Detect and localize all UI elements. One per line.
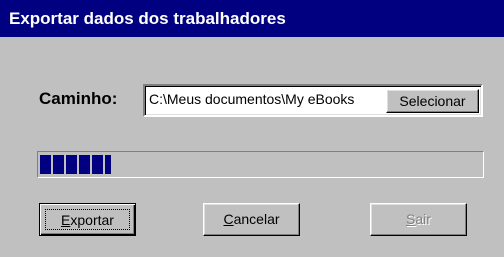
exit-button-label: air bbox=[415, 211, 431, 227]
exit-button-mnemonic: S bbox=[406, 211, 416, 227]
select-button[interactable]: Selecionar bbox=[386, 89, 479, 113]
exit-button[interactable]: Sair bbox=[370, 203, 467, 236]
window-title: Exportar dados dos trabalhadores bbox=[9, 9, 286, 28]
export-dialog: Exportar dados dos trabalhadores Caminho… bbox=[0, 0, 504, 257]
export-progress-bar bbox=[37, 151, 484, 178]
export-button-label: xportar bbox=[70, 212, 114, 228]
export-button-focus-rect: Exportar bbox=[45, 209, 130, 230]
path-input-value[interactable]: C:\Meus documentos\My eBooks bbox=[149, 91, 381, 107]
cancel-button-label: ancelar bbox=[233, 211, 280, 227]
path-input[interactable]: C:\Meus documentos\My eBooks Selecionar bbox=[143, 84, 483, 117]
cancel-button[interactable]: Cancelar bbox=[203, 203, 300, 236]
cancel-button-mnemonic: C bbox=[223, 211, 234, 227]
export-button[interactable]: Exportar bbox=[39, 203, 136, 236]
window-title-bar[interactable]: Exportar dados dos trabalhadores bbox=[0, 0, 504, 37]
export-button-mnemonic: E bbox=[61, 212, 71, 228]
path-label: Caminho: bbox=[39, 89, 118, 108]
progress-bar-fill bbox=[40, 155, 111, 174]
